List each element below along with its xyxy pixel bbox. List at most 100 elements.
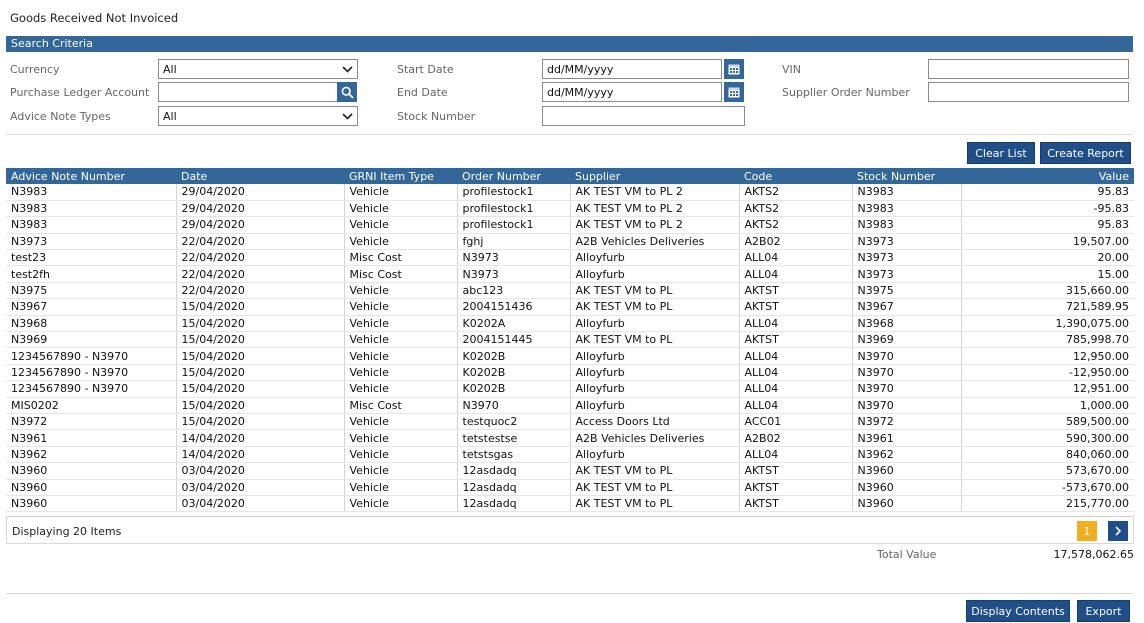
search-criteria-panel: Currency All Purchase Ledger Account Adv… <box>6 55 1133 135</box>
purchase-ledger-input[interactable] <box>158 82 338 102</box>
table-row[interactable]: N3961 14/04/2020 Vehicle tetstestse A2B Vehi… <box>6 429 1134 447</box>
column-header[interactable]: Order Number <box>457 168 570 184</box>
clear-list-button[interactable]: Clear List <box>967 142 1035 164</box>
grni-table: Advice Note Number Date GRNI Item Type O… <box>6 168 1134 513</box>
table-row[interactable]: test2fh 22/04/2020 Misc Cost N3973 Alloyfurb… <box>6 265 1134 283</box>
export-button[interactable]: Export <box>1077 600 1130 622</box>
table-row[interactable]: N3975 22/04/2020 Vehicle abc123 AK TEST VM t… <box>6 282 1134 300</box>
table-row[interactable]: test23 22/04/2020 Misc Cost N3973 Alloyfurb A… <box>6 249 1134 267</box>
table-row[interactable]: N3983 29/04/2020 Vehicle profilestock1 AK TE… <box>6 216 1134 234</box>
table-cell: Vehicle <box>344 462 458 480</box>
table-cell: N3975 <box>852 282 962 300</box>
table-cell: test23 <box>6 249 177 267</box>
table-cell: ACC01 <box>739 413 853 431</box>
table-cell: N3983 <box>852 184 962 201</box>
table-row[interactable]: MIS0202 15/04/2020 Misc Cost N3970 Alloyfurb… <box>6 397 1134 414</box>
table-cell: A2B02 <box>739 429 853 447</box>
next-page-button[interactable] <box>1108 521 1128 541</box>
table-cell: 215,770.00 <box>961 495 1134 513</box>
vin-label: VIN <box>782 63 801 76</box>
table-cell: AK TEST VM to PL <box>570 462 740 480</box>
table-row[interactable]: N3983 29/04/2020 Vehicle profilestock1 AK TE… <box>6 200 1134 218</box>
table-cell: test2fh <box>6 265 177 283</box>
search-criteria-header: Search Criteria <box>6 36 1133 52</box>
table-row[interactable]: 1234567890 - N3970 15/04/2020 Vehicle K0202… <box>6 364 1134 382</box>
table-cell: 15/04/2020 <box>176 380 345 398</box>
table-cell: N3960 <box>852 479 962 496</box>
table-row[interactable]: N3960 03/04/2020 Vehicle 12asdadq AK TEST VM… <box>6 479 1134 496</box>
table-cell: 19,507.00 <box>961 233 1134 251</box>
display-contents-button[interactable]: Display Contents <box>966 600 1070 622</box>
table-cell: Vehicle <box>344 429 458 447</box>
table-row[interactable]: N3973 22/04/2020 Vehicle fghj A2B Vehicles D… <box>6 233 1134 251</box>
currency-select[interactable]: All <box>158 59 358 79</box>
table-cell: N3973 <box>6 233 177 251</box>
start-date-input[interactable]: dd/MM/yyyy <box>542 59 722 79</box>
column-header[interactable]: Code <box>739 168 852 184</box>
table-cell: AKTST <box>739 462 853 480</box>
table-cell: 590,300.00 <box>961 429 1134 447</box>
column-header[interactable]: GRNI Item Type <box>344 168 457 184</box>
search-button[interactable] <box>337 82 357 102</box>
table-cell: Vehicle <box>344 315 458 333</box>
table-cell: N3968 <box>6 315 177 333</box>
table-cell: 1,000.00 <box>961 397 1134 414</box>
table-cell: AKTS2 <box>739 200 853 218</box>
table-cell: 15/04/2020 <box>176 364 345 382</box>
table-row[interactable]: N3967 15/04/2020 Vehicle 2004151436 AK TEST … <box>6 298 1134 316</box>
table-cell: Misc Cost <box>344 265 458 283</box>
table-cell: AK TEST VM to PL <box>570 282 740 300</box>
table-cell: N3962 <box>6 446 177 464</box>
table-cell: profilestock1 <box>457 184 571 201</box>
advice-note-types-select[interactable]: All <box>158 106 358 126</box>
table-row[interactable]: 1234567890 - N3970 15/04/2020 Vehicle K0202… <box>6 380 1134 398</box>
end-date-picker[interactable] <box>724 82 744 102</box>
column-header[interactable]: Supplier <box>570 168 739 184</box>
table-cell: N3973 <box>457 249 571 267</box>
stock-number-input[interactable] <box>542 106 745 126</box>
table-cell: N3961 <box>6 429 177 447</box>
table-cell: 03/04/2020 <box>176 495 345 513</box>
table-cell: AKTST <box>739 331 853 349</box>
table-row[interactable]: N3962 14/04/2020 Vehicle tetstsgas Alloyfurb… <box>6 446 1134 464</box>
table-cell: tetstestse <box>457 429 571 447</box>
table-cell: N3960 <box>852 462 962 480</box>
column-header[interactable]: Advice Note Number <box>6 168 176 184</box>
table-cell: AK TEST VM to PL 2 <box>570 184 740 201</box>
create-report-button[interactable]: Create Report <box>1040 142 1131 164</box>
table-row[interactable]: N3968 15/04/2020 Vehicle K0202A Alloyfurb ALL… <box>6 315 1134 333</box>
start-date-picker[interactable] <box>724 59 744 79</box>
vin-input[interactable] <box>928 59 1129 79</box>
table-cell: ALL04 <box>739 364 853 382</box>
table-row[interactable]: N3983 29/04/2020 Vehicle profilestock1 AK TE… <box>6 184 1134 201</box>
table-cell: 721,589.95 <box>961 298 1134 316</box>
table-cell: N3973 <box>852 249 962 267</box>
table-cell: N3969 <box>852 331 962 349</box>
table-cell: K0202B <box>457 364 571 382</box>
table-cell: abc123 <box>457 282 571 300</box>
table-cell: AK TEST VM to PL 2 <box>570 216 740 234</box>
page-button-current[interactable]: 1 <box>1077 521 1097 541</box>
calendar-icon <box>728 64 740 75</box>
table-row[interactable]: N3960 03/04/2020 Vehicle 12asdadq AK TEST VM… <box>6 495 1134 513</box>
table-cell: Vehicle <box>344 495 458 513</box>
table-row[interactable]: N3972 15/04/2020 Vehicle testquoc2 Access Do… <box>6 413 1134 431</box>
table-row[interactable]: N3960 03/04/2020 Vehicle 12asdadq AK TEST VM… <box>6 462 1134 480</box>
table-cell: 22/04/2020 <box>176 282 345 300</box>
table-cell: profilestock1 <box>457 200 571 218</box>
table-cell: N3967 <box>6 298 177 316</box>
table-row[interactable]: N3969 15/04/2020 Vehicle 2004151445 AK TEST … <box>6 331 1134 349</box>
supplier-order-number-input[interactable] <box>928 82 1129 102</box>
table-cell: Vehicle <box>344 282 458 300</box>
table-cell: AK TEST VM to PL <box>570 495 740 513</box>
column-header[interactable]: Value <box>961 168 1134 184</box>
end-date-input[interactable]: dd/MM/yyyy <box>542 82 722 102</box>
table-cell: 22/04/2020 <box>176 233 345 251</box>
table-cell: N3961 <box>852 429 962 447</box>
column-header[interactable]: Stock Number <box>852 168 961 184</box>
table-cell: testquoc2 <box>457 413 571 431</box>
table-row[interactable]: 1234567890 - N3970 15/04/2020 Vehicle K0202… <box>6 347 1134 365</box>
start-date-label: Start Date <box>397 63 454 76</box>
column-header[interactable]: Date <box>176 168 344 184</box>
table-cell: 12,951.00 <box>961 380 1134 398</box>
